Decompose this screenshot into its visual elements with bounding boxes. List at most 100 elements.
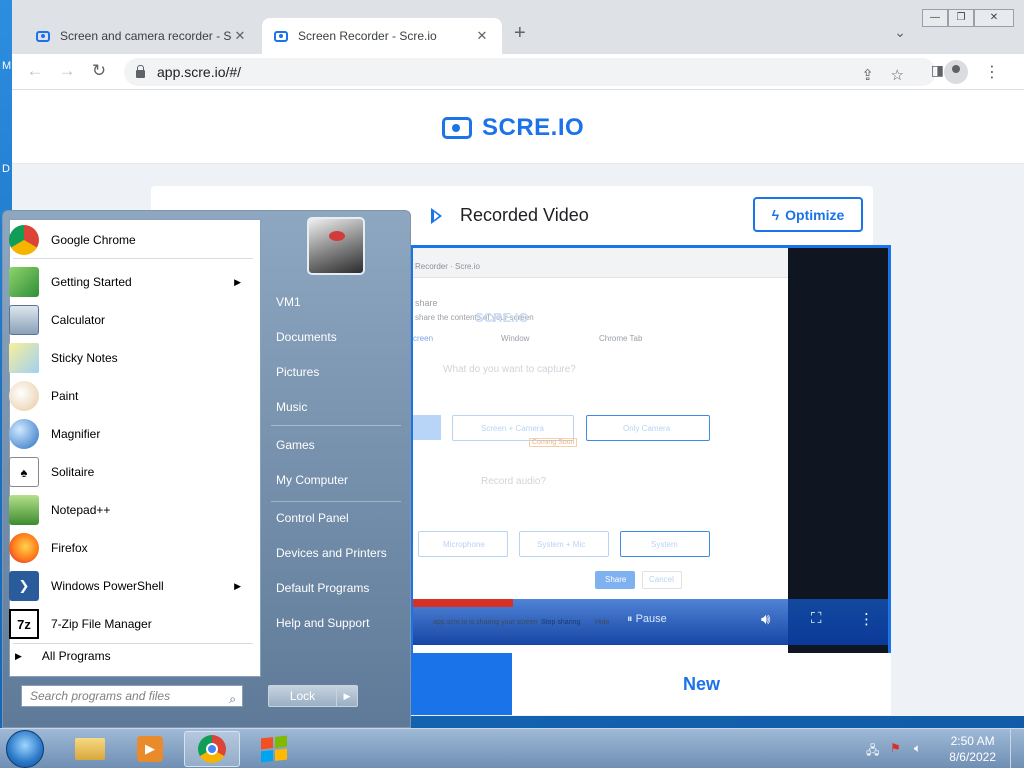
- video-ghost-text: Chrome Tab: [599, 334, 643, 343]
- start-program-item[interactable]: Getting Started ▶: [3, 264, 253, 300]
- start-right-link[interactable]: Devices and Printers: [276, 546, 387, 560]
- more-options-icon[interactable]: ⋮: [859, 610, 874, 628]
- pause-icon: ⏸: [627, 613, 636, 625]
- media-player-icon: ▶: [137, 736, 163, 762]
- solitaire-icon: ♠: [9, 457, 39, 487]
- lightning-icon: ϟ: [771, 206, 780, 223]
- lock-icon[interactable]: [136, 65, 145, 78]
- separator: [13, 258, 253, 259]
- start-program-item[interactable]: 7z 7-Zip File Manager: [3, 606, 253, 642]
- all-programs-button[interactable]: ▶ All Programs: [15, 649, 111, 663]
- tab-inactive[interactable]: Screen and camera recorder - Scr ✕: [24, 18, 260, 54]
- forward-arrow-icon[interactable]: →: [56, 61, 78, 81]
- start-program-item[interactable]: Notepad++: [3, 492, 253, 528]
- submenu-arrow-icon[interactable]: ▶: [234, 277, 241, 288]
- new-label: New: [682, 673, 720, 694]
- address-bar[interactable]: app.scre.io/#/ ⇪ ☆: [124, 58, 936, 86]
- share-icon[interactable]: ⇪: [861, 66, 874, 84]
- video-ghost-text: Cancel: [649, 575, 674, 584]
- desktop-icon-label[interactable]: D: [2, 163, 10, 175]
- lock-label: Lock: [269, 686, 337, 706]
- start-program-item[interactable]: ♠ Solitaire: [3, 454, 253, 490]
- start-right-link[interactable]: My Computer: [276, 473, 348, 487]
- tab-active[interactable]: Screen Recorder - Scre.io ✕: [262, 18, 502, 54]
- fullscreen-icon[interactable]: ⛶: [811, 610, 822, 627]
- bookmark-star-icon[interactable]: ☆: [891, 66, 904, 84]
- clock-time: 2:50 AM: [950, 734, 995, 748]
- shutdown-options-arrow-icon[interactable]: ▶: [337, 686, 357, 706]
- close-tab-icon[interactable]: ✕: [474, 28, 490, 44]
- start-right-link[interactable]: Help and Support: [276, 616, 369, 630]
- minimize-icon[interactable]: —: [922, 9, 948, 27]
- start-right-link[interactable]: Documents: [276, 330, 337, 344]
- reload-icon[interactable]: ↻: [88, 61, 110, 81]
- tab-search-chevron-icon[interactable]: ⌄: [894, 24, 906, 41]
- start-program-item[interactable]: Paint: [3, 378, 253, 414]
- start-right-link[interactable]: Games: [276, 438, 315, 452]
- video-ghost-text: Screen + Camera: [481, 424, 544, 433]
- chrome-icon: [9, 225, 39, 255]
- logo-text: SCRE.IO: [482, 114, 585, 141]
- start-program-item[interactable]: Calculator: [3, 302, 253, 338]
- submenu-arrow-icon[interactable]: ▶: [234, 581, 241, 592]
- optimize-button[interactable]: ϟ Optimize: [753, 197, 863, 232]
- video-ghost-text: Microphone: [443, 540, 485, 549]
- getting-started-icon: [9, 267, 39, 297]
- system-clock[interactable]: 2:50 AM 8/6/2022: [949, 733, 996, 765]
- media-player-taskbar-button[interactable]: ▶: [122, 731, 178, 767]
- start-program-item[interactable]: ❯ Windows PowerShell ▶: [3, 568, 253, 604]
- lock-button[interactable]: Lock ▶: [268, 685, 358, 707]
- chrome-taskbar-button[interactable]: [184, 731, 240, 767]
- start-right-link[interactable]: Pictures: [276, 365, 319, 379]
- desktop-icon-label[interactable]: M: [2, 60, 11, 72]
- windows-taskbar-button[interactable]: [246, 731, 302, 767]
- video-ghost-text: System: [651, 540, 678, 549]
- recorded-video-player[interactable]: Recorder · Scre.io share share the conte…: [410, 245, 891, 653]
- action-center-flag-icon[interactable]: ⚑: [890, 741, 901, 755]
- explorer-taskbar-button[interactable]: [62, 731, 118, 767]
- close-window-icon[interactable]: ✕: [974, 9, 1014, 27]
- start-program-label: Google Chrome: [51, 233, 136, 247]
- video-ghost-selected: [413, 415, 441, 440]
- start-program-label: Notepad++: [51, 503, 111, 517]
- start-right-link[interactable]: VM1: [276, 295, 301, 309]
- start-program-item[interactable]: Magnifier: [3, 416, 253, 452]
- start-program-item[interactable]: Sticky Notes: [3, 340, 253, 376]
- volume-icon[interactable]: 🔊︎: [761, 611, 770, 628]
- url-text[interactable]: app.scre.io/#/: [157, 64, 241, 80]
- pause-button[interactable]: ⏸ Pause: [627, 613, 667, 626]
- browser-menu-icon[interactable]: ⋮: [984, 62, 1000, 82]
- separator: [271, 425, 401, 426]
- close-tab-icon[interactable]: ✕: [232, 28, 248, 44]
- back-arrow-icon[interactable]: ←: [24, 61, 46, 81]
- start-program-item[interactable]: Firefox: [3, 530, 253, 566]
- start-menu: Google Chrome Getting Started ▶ Calculator S…: [2, 210, 411, 728]
- start-right-link[interactable]: Default Programs: [276, 581, 369, 595]
- show-desktop-button[interactable]: [1010, 729, 1024, 768]
- video-ghost-text: app.scre.io is sharing your screen: [433, 619, 538, 626]
- taskbar: ▶ 🖧︎ ⚑ 🔈︎ 2:50 AM 8/6/2022: [0, 728, 1024, 768]
- video-ghost-text: Coming Soon: [529, 438, 578, 447]
- search-icon[interactable]: ⌕: [229, 689, 236, 709]
- start-program-item[interactable]: Google Chrome: [3, 222, 253, 258]
- video-progress-bar[interactable]: [413, 599, 513, 607]
- video-ghost-text: Share: [605, 575, 627, 584]
- separator: [271, 501, 401, 502]
- scre-logo[interactable]: SCRE.IO: [442, 114, 584, 142]
- start-right-link[interactable]: Music: [276, 400, 307, 414]
- start-right-link[interactable]: Control Panel: [276, 511, 349, 525]
- new-button[interactable]: New: [512, 653, 891, 715]
- new-tab-icon[interactable]: +: [514, 22, 526, 45]
- profile-avatar-icon[interactable]: [944, 60, 968, 84]
- start-program-label: Paint: [51, 389, 79, 403]
- network-icon[interactable]: 🖧︎: [866, 741, 879, 762]
- start-program-label: Solitaire: [51, 465, 95, 479]
- start-program-label: Windows PowerShell: [51, 579, 164, 593]
- clock-date: 8/6/2022: [949, 750, 996, 764]
- start-button-windows-icon[interactable]: [6, 730, 44, 768]
- user-picture-avatar[interactable]: [307, 217, 365, 275]
- side-panel-icon[interactable]: ◨: [931, 62, 944, 79]
- volume-tray-icon[interactable]: 🔈︎: [914, 741, 921, 756]
- start-search-input[interactable]: Search programs and files ⌕: [21, 685, 243, 707]
- maximize-icon[interactable]: ❐: [948, 9, 974, 27]
